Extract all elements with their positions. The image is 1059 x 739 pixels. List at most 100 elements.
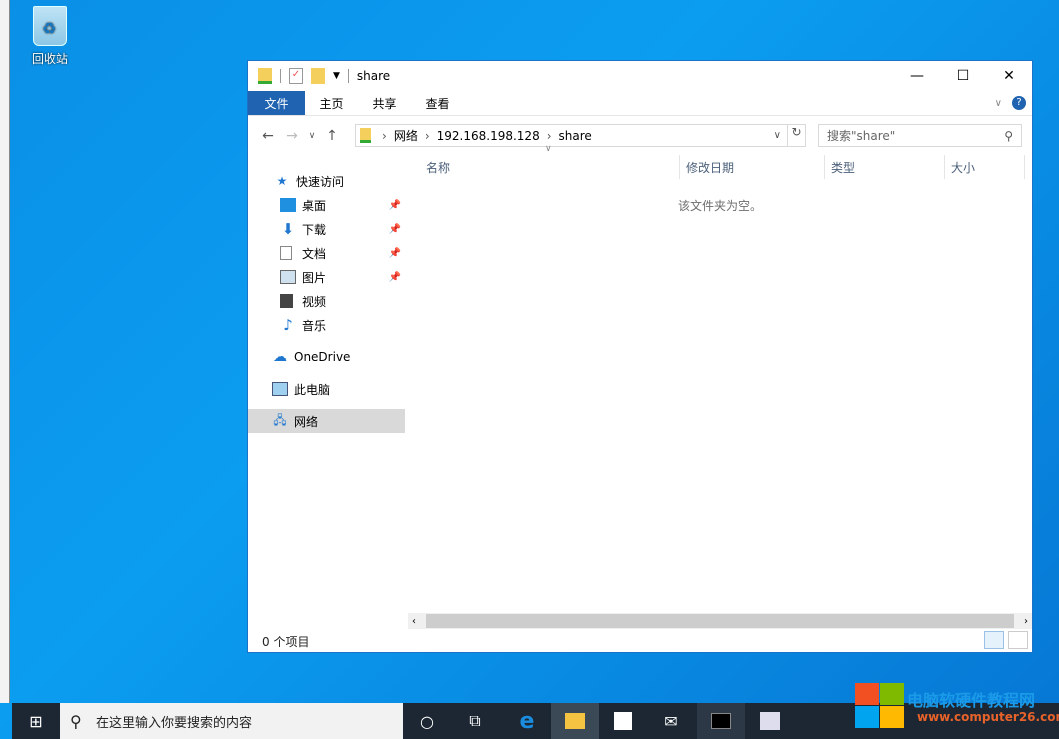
search-icon: ⚲ <box>70 711 82 731</box>
expand-ribbon-icon[interactable]: ∨ <box>995 98 1002 109</box>
window-title: share <box>356 69 391 83</box>
network-folder-icon <box>360 128 371 143</box>
navigation-bar: ← → ∨ ↑ › 网络 › 192.168.198.128 › share ∨… <box>248 123 1032 149</box>
pin-icon[interactable]: 📌 <box>389 248 401 259</box>
sidebar-item-label: 图片 <box>302 270 327 285</box>
command-prompt-icon[interactable] <box>697 703 745 739</box>
divider <box>280 69 281 83</box>
divider <box>347 69 349 83</box>
column-date-modified[interactable]: 修改日期 <box>680 155 825 179</box>
search-placeholder: 搜索"share" <box>827 129 896 143</box>
scroll-right-icon[interactable]: › <box>1024 616 1028 627</box>
desktop-icon <box>280 198 296 212</box>
network-icon: 🖧 <box>273 412 287 427</box>
sidebar-item-downloads[interactable]: ⬇ 下载 📌 <box>248 217 405 241</box>
title-bar: ✓ ▼ share — ☐ ✕ <box>248 61 1032 91</box>
sidebar-item-quick-access[interactable]: ★ 快速访问 <box>248 169 405 193</box>
sidebar-item-music[interactable]: ♪ 音乐 <box>248 313 405 337</box>
up-button[interactable]: ↑ <box>320 128 344 144</box>
sidebar-item-documents[interactable]: 文档 📌 <box>248 241 405 265</box>
customize-toolbar-chevron-icon[interactable]: ▼ <box>333 71 340 81</box>
network-folder-icon <box>258 68 272 84</box>
column-type[interactable]: 类型 <box>825 155 945 179</box>
background-window-edge <box>0 0 10 703</box>
taskbar-search-box[interactable]: ⚲ 在这里输入你要搜索的内容 <box>60 703 403 739</box>
breadcrumb-host[interactable]: 192.168.198.128 <box>437 129 540 143</box>
pin-icon[interactable]: 📌 <box>389 224 401 235</box>
tab-view[interactable]: 查看 <box>411 91 464 115</box>
back-button[interactable]: ← <box>256 128 280 144</box>
chevron-right-icon: › <box>382 128 387 143</box>
empty-folder-message: 该文件夹为空。 <box>678 199 763 213</box>
taskbar-search-placeholder: 在这里输入你要搜索的内容 <box>96 715 253 731</box>
task-view-icon[interactable]: ⧉ <box>451 703 499 739</box>
recycle-bin[interactable]: ♻ 回收站 <box>22 6 78 67</box>
breadcrumb-share[interactable]: share <box>559 129 592 143</box>
view-switcher <box>984 631 1028 649</box>
large-icons-view-button[interactable] <box>1008 631 1028 649</box>
recent-locations-button[interactable]: ∨ <box>304 131 320 141</box>
video-icon <box>280 294 293 308</box>
sidebar-item-desktop[interactable]: 桌面 📌 <box>248 193 405 217</box>
document-icon <box>280 246 292 260</box>
store-icon[interactable] <box>599 703 647 739</box>
scroll-left-icon[interactable]: ‹ <box>412 616 416 627</box>
address-bar[interactable]: › 网络 › 192.168.198.128 › share ∨ ↻ <box>355 124 806 147</box>
sidebar-item-label: 视频 <box>302 294 327 309</box>
sidebar-item-label: 快速访问 <box>296 174 345 189</box>
new-folder-icon[interactable] <box>311 68 325 84</box>
computer-icon <box>272 382 288 396</box>
close-button[interactable]: ✕ <box>986 61 1032 91</box>
file-explorer-window: ✓ ▼ share — ☐ ✕ 文件 主页 共享 查看 ∨ ? ← → ∨ ↑ … <box>247 60 1033 653</box>
refresh-icon[interactable]: ↻ <box>787 125 805 146</box>
sidebar-item-network[interactable]: 🖧 网络 <box>248 409 405 433</box>
chevron-right-icon: › <box>424 128 430 143</box>
details-view-button[interactable] <box>984 631 1004 649</box>
sidebar-item-videos[interactable]: 视频 <box>248 289 405 313</box>
edge-icon[interactable]: e <box>503 703 551 739</box>
network-app-icon[interactable] <box>746 703 794 739</box>
column-size[interactable]: 大小 <box>945 155 1025 179</box>
mail-icon[interactable]: ✉ <box>647 703 695 739</box>
recycle-bin-icon: ♻ <box>33 6 67 46</box>
sidebar-item-onedrive[interactable]: ☁ OneDrive <box>248 345 405 369</box>
properties-icon[interactable]: ✓ <box>289 68 303 84</box>
sidebar-item-label: 音乐 <box>302 318 327 333</box>
file-explorer-taskbar-icon[interactable] <box>551 703 599 739</box>
tab-home[interactable]: 主页 <box>305 91 358 115</box>
pin-icon[interactable]: 📌 <box>389 200 401 211</box>
tab-file[interactable]: 文件 <box>248 91 305 115</box>
help-icon[interactable]: ? <box>1012 96 1026 110</box>
tab-share[interactable]: 共享 <box>358 91 411 115</box>
forward-button[interactable]: → <box>280 128 304 144</box>
cortana-icon[interactable]: ○ <box>403 703 451 739</box>
horizontal-scrollbar[interactable]: ‹ › <box>408 613 1032 629</box>
sidebar-item-label: 此电脑 <box>294 382 331 397</box>
pin-icon[interactable]: 📌 <box>389 272 401 283</box>
sidebar-item-label: OneDrive <box>294 350 351 364</box>
search-input[interactable]: 搜索"share" ⚲ <box>818 124 1022 147</box>
pictures-icon <box>280 270 296 284</box>
watermark-url: www.computer26.com <box>917 710 1059 724</box>
breadcrumb-network[interactable]: 网络 <box>394 127 418 144</box>
address-dropdown-icon[interactable]: ∨ <box>774 130 781 141</box>
minimize-button[interactable]: — <box>894 61 940 91</box>
sort-indicator-icon: ∨ <box>545 144 552 154</box>
maximize-button[interactable]: ☐ <box>940 61 986 91</box>
scrollbar-thumb[interactable] <box>426 614 1014 628</box>
sidebar-item-label: 桌面 <box>302 198 327 213</box>
start-button[interactable]: ⊞ <box>12 703 60 739</box>
column-headers: 名称 修改日期 类型 大小 <box>408 155 1032 179</box>
sidebar-item-this-pc[interactable]: 此电脑 <box>248 377 405 401</box>
download-icon: ⬇ <box>281 220 295 238</box>
chevron-right-icon: › <box>546 128 552 143</box>
cloud-icon: ☁ <box>273 349 287 365</box>
column-name[interactable]: 名称 <box>408 155 680 179</box>
navigation-pane: ★ 快速访问 桌面 📌 ⬇ 下载 📌 文档 📌 图片 📌 视频 ♪ 音乐 ☁ OneDrive … <box>248 169 406 628</box>
sidebar-item-label: 文档 <box>302 246 327 261</box>
sidebar-item-pictures[interactable]: 图片 📌 <box>248 265 405 289</box>
music-icon: ♪ <box>283 316 293 334</box>
search-icon: ⚲ <box>1004 128 1013 143</box>
watermark-logo: 电脑软硬件教程网 www.computer26.com <box>855 683 1059 733</box>
item-count: 0 个项目 <box>262 635 310 649</box>
